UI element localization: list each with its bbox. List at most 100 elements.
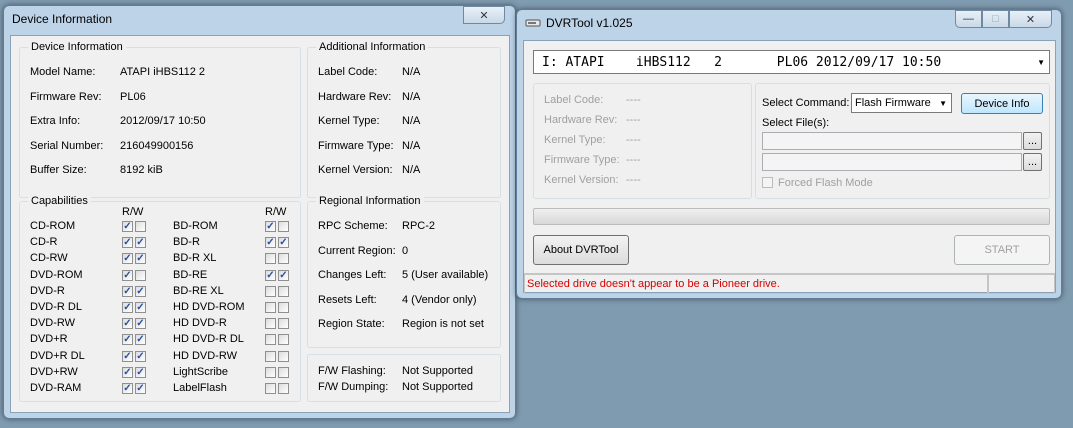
read-checkbox[interactable]: ✓ [122,237,133,249]
write-checkbox[interactable] [278,253,289,265]
about-button[interactable]: About DVRTool [533,235,629,265]
row-label: F/W Dumping: [318,381,389,393]
capability-label: HD DVD-RW [173,349,237,362]
write-checkbox[interactable] [278,302,289,313]
write-checkbox[interactable] [135,269,146,281]
row-label: Firmware Type: [544,154,620,166]
read-checkbox[interactable]: ✓ [122,383,133,394]
read-checkbox[interactable] [265,318,276,330]
write-checkbox[interactable]: ✓ [135,302,146,313]
write-checkbox[interactable]: ✓ [135,383,146,394]
read-checkbox[interactable] [265,253,276,265]
close-button[interactable]: ✕ [463,6,505,24]
command-select[interactable]: Flash Firmware ▼ [851,93,952,113]
forced-flash-label: Forced Flash Mode [778,177,873,189]
status-text: Selected drive doesn't appear to be a Pi… [527,278,780,290]
read-checkbox[interactable]: ✓ [265,237,276,249]
read-checkbox[interactable]: ✓ [122,302,133,313]
read-checkbox[interactable]: ✓ [122,285,133,297]
capability-label: BD-RE XL [173,284,224,297]
row-label: Changes Left: [318,269,387,282]
read-checkbox[interactable] [265,366,276,378]
status-pane: Selected drive doesn't appear to be a Pi… [524,274,988,294]
write-checkbox[interactable] [278,366,289,378]
command-group: Select Command: Flash Firmware ▼ Device … [755,83,1050,199]
maximize-button[interactable]: □ [982,10,1009,28]
capability-label: HD DVD-R DL [173,333,244,346]
write-checkbox[interactable] [278,285,289,297]
file-path-field-2[interactable] [762,153,1022,171]
chevron-down-icon: ▼ [1037,57,1045,67]
row-value: ---- [626,154,641,166]
capability-label: CD-ROM [30,220,76,232]
read-checkbox[interactable]: ✓ [265,269,276,281]
forced-flash-checkbox[interactable] [762,177,773,188]
row-label: Label Code: [318,66,378,78]
write-checkbox[interactable]: ✓ [278,269,289,281]
write-checkbox[interactable] [135,221,146,232]
maximize-icon: □ [992,13,999,25]
write-checkbox[interactable] [278,318,289,330]
capability-label: DVD+R [30,333,68,346]
row-label: Kernel Version: [544,174,619,186]
read-checkbox[interactable]: ✓ [122,221,133,232]
device-info-button-label: Device Info [974,97,1030,110]
write-checkbox[interactable]: ✓ [278,237,289,249]
close-button[interactable]: ✕ [1009,10,1052,28]
row-value: N/A [402,115,421,128]
drive-select[interactable]: I: ATAPI iHBS112 2 PL06 2012/09/17 10:50… [533,50,1050,74]
device-info-button[interactable]: Device Info [961,93,1043,114]
read-checkbox[interactable]: ✓ [122,366,133,378]
read-checkbox[interactable]: ✓ [122,350,133,362]
capability-label: BD-R XL [173,252,217,265]
file-path-field-1[interactable] [762,132,1022,150]
read-checkbox[interactable] [265,302,276,313]
device-information-window: Device Information ✕ Device Information … [3,5,516,419]
write-checkbox[interactable]: ✓ [135,237,146,249]
write-checkbox[interactable]: ✓ [135,253,146,265]
browse-button-1[interactable]: ... [1023,132,1042,150]
row-label: Region State: [318,318,385,331]
status-pane-2 [988,274,1055,294]
read-checkbox[interactable] [265,383,276,394]
capability-label: CD-R [30,236,58,249]
write-checkbox[interactable]: ✓ [135,285,146,297]
read-checkbox[interactable] [265,285,276,297]
capability-label: DVD-RAM [30,382,82,394]
group-heading: Capabilities [28,194,91,208]
group-heading: Regional Information [316,194,424,208]
read-checkbox[interactable]: ✓ [122,269,133,281]
row-value: PL06 [120,90,146,103]
group-heading: Additional Information [316,40,429,54]
start-button[interactable]: START [954,235,1050,265]
row-value: Region is not set [402,318,484,331]
write-checkbox[interactable]: ✓ [135,366,146,378]
read-checkbox[interactable]: ✓ [265,221,276,232]
select-files-label: Select File(s): [762,117,830,129]
write-checkbox[interactable] [278,350,289,362]
read-checkbox[interactable]: ✓ [122,334,133,346]
read-checkbox[interactable]: ✓ [122,318,133,330]
capability-label: DVD-R DL [30,301,82,313]
read-checkbox[interactable] [265,350,276,362]
minimize-button[interactable]: — [955,10,982,28]
drive-select-value: I: ATAPI iHBS112 2 PL06 2012/09/17 10:50 [542,54,942,70]
write-checkbox[interactable] [278,334,289,346]
read-checkbox[interactable]: ✓ [122,253,133,265]
row-value: 5 (User available) [402,269,489,282]
about-button-label: About DVRTool [543,244,619,256]
read-checkbox[interactable] [265,334,276,346]
rw-header-right: R/W [265,206,287,218]
write-checkbox[interactable]: ✓ [135,334,146,346]
row-label: Label Code: [544,94,604,106]
row-value: 8192 kiB [120,164,163,177]
write-checkbox[interactable]: ✓ [135,350,146,362]
chevron-down-icon: ▼ [939,98,947,108]
write-checkbox[interactable] [278,221,289,232]
row-value: Not Supported [402,381,473,393]
write-checkbox[interactable]: ✓ [135,318,146,330]
capability-label: LightScribe [173,365,229,378]
write-checkbox[interactable] [278,383,289,394]
browse-button-2[interactable]: ... [1023,153,1042,171]
capability-label: HD DVD-R [173,317,227,330]
